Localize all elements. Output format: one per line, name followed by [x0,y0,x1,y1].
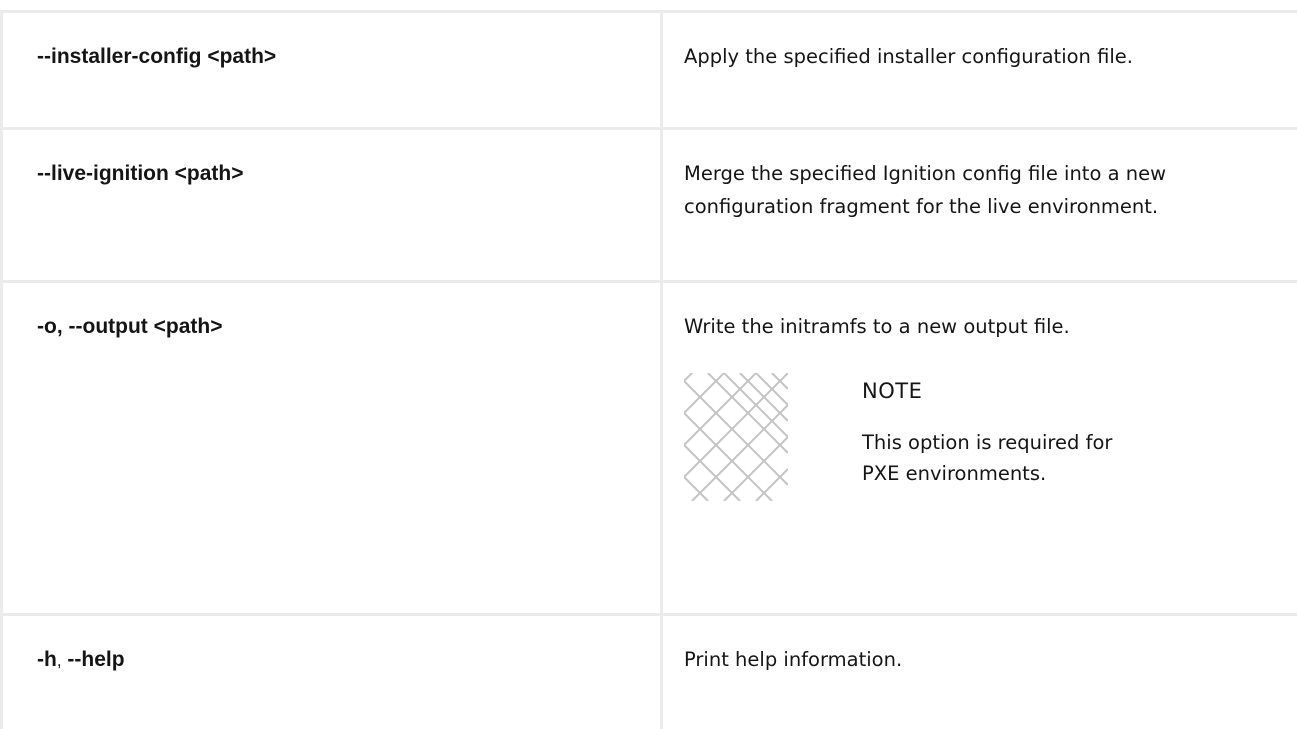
description-cell: Merge the specified Ignition config file… [662,129,1297,282]
option-separator: , [57,651,62,670]
option-cell: -h, --help [2,615,662,729]
description-output: Write the initramfs to a new output file… [684,310,1289,343]
description-cell: Write the initramfs to a new output file… [662,282,1297,615]
description-help: Print help information. [684,643,1289,676]
option-installer-config: --installer-config <path> [37,45,276,68]
option-output-short: -o, [37,315,63,338]
option-help-long: --help [67,648,124,671]
option-live-ignition: --live-ignition <path> [37,162,244,185]
description-cell: Apply the specified installer configurat… [662,12,1297,129]
table-row: -h, --help Print help information. [2,615,1297,729]
description-live-ignition: Merge the specified Ignition config file… [684,157,1289,223]
note-admonition: NOTE This option is required for PXE env… [684,369,1289,509]
note-diamond-pattern-icon [684,373,788,501]
option-cell: --installer-config <path> [2,12,662,129]
options-table: --installer-config <path> Apply the spec… [0,10,1297,729]
description-cell: Print help information. [662,615,1297,729]
note-title: NOTE [862,375,922,408]
table-row: -o, --output <path> Write the initramfs … [2,282,1297,615]
table-row: --installer-config <path> Apply the spec… [2,12,1297,129]
option-cell: -o, --output <path> [2,282,662,615]
description-installer-config: Apply the specified installer configurat… [684,40,1289,73]
table-row: --live-ignition <path> Merge the specifi… [2,129,1297,282]
option-cell: --live-ignition <path> [2,129,662,282]
option-help-short: -h [37,648,57,671]
option-output-long: --output <path> [69,315,223,338]
note-text: This option is required for PXE environm… [862,427,1122,489]
